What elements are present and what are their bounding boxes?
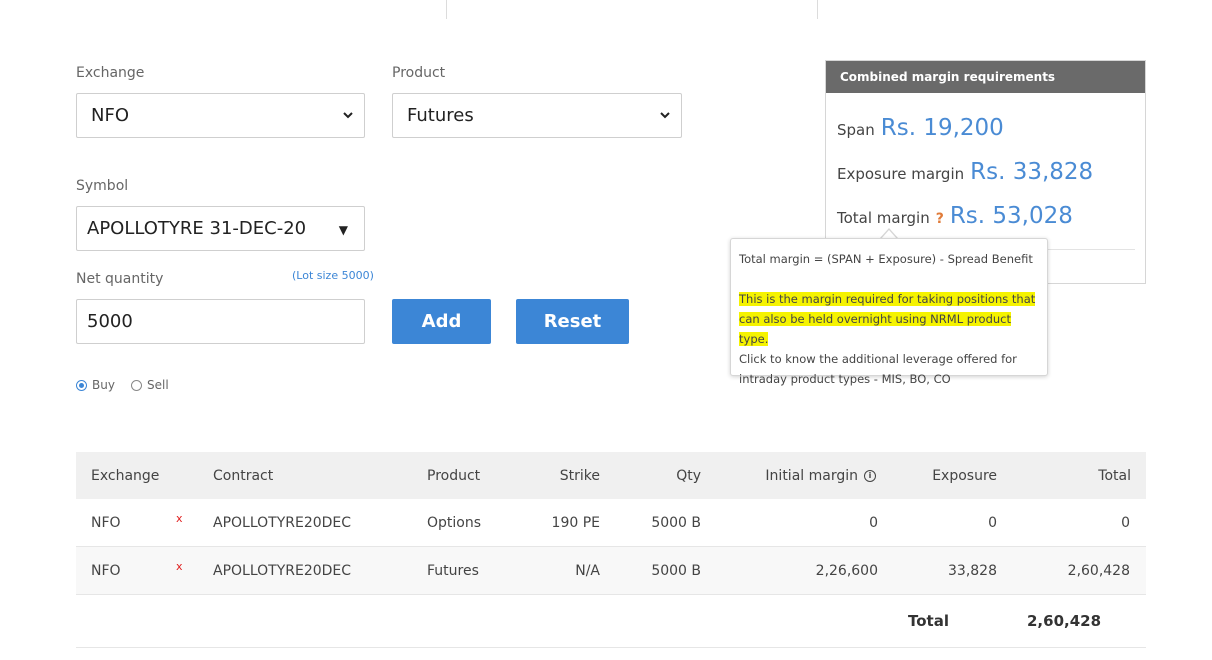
table-row: NFO x APOLLOTYRE20DEC Options 190 PE 500… (76, 499, 1146, 547)
th-product: Product (427, 467, 481, 484)
row-qty: 5000 B (651, 562, 701, 579)
remove-icon[interactable]: x (176, 495, 183, 542)
reset-button[interactable]: Reset (516, 299, 629, 344)
remove-icon[interactable]: x (176, 543, 183, 590)
row-contract: APOLLOTYRE20DEC (213, 562, 352, 579)
row-product: Options (427, 514, 482, 531)
symbol-select-value: APOLLOTYRE 31-DEC-20 (87, 218, 307, 239)
total-label: Total (908, 611, 949, 630)
chevron-down-icon (660, 112, 670, 119)
net-quantity-value: 5000 (87, 311, 133, 332)
exposure-label: Exposure margin (837, 165, 965, 183)
row-contract: APOLLOTYRE20DEC (213, 514, 352, 531)
span-row: Span Rs. 19,200 (837, 115, 1004, 141)
buy-radio[interactable]: Buy (76, 378, 115, 392)
tooltip-highlight-line: can also be held overnight using NRML pr… (739, 309, 1039, 349)
row-exposure: 0 (988, 514, 997, 531)
exchange-select[interactable]: NFO (76, 93, 365, 138)
row-initial-margin: 0 (869, 514, 878, 531)
sell-radio[interactable]: Sell (131, 378, 169, 392)
product-select[interactable]: Futures (392, 93, 682, 138)
combined-margin-title: Combined margin requirements (826, 61, 1145, 93)
tooltip-spacer (739, 269, 1039, 289)
dropdown-triangle-icon: ▼ (338, 223, 348, 237)
exposure-value: Rs. 33,828 (970, 159, 1094, 185)
tooltip-highlight-line: This is the margin required for taking p… (739, 289, 1039, 309)
exposure-row: Exposure margin Rs. 33,828 (837, 159, 1093, 185)
th-contract: Contract (213, 467, 274, 484)
exchange-select-value: NFO (91, 105, 129, 126)
add-button[interactable]: Add (392, 299, 491, 344)
th-exchange: Exchange (91, 467, 160, 484)
total-margin-row: Total margin ? Rs. 53,028 (837, 203, 1073, 229)
th-qty: Qty (676, 467, 701, 484)
tooltip-line-3: Click to know the additional leverage of… (739, 352, 1017, 366)
buy-radio-label: Buy (92, 378, 115, 392)
header-divider-right (817, 0, 818, 19)
span-label: Span (837, 121, 875, 139)
net-quantity-label: Net quantity (76, 271, 164, 287)
row-strike: N/A (575, 562, 600, 579)
th-strike: Strike (559, 467, 600, 484)
th-exposure: Exposure (932, 467, 997, 484)
table-total-row: Total 2,60,428 (76, 594, 1146, 648)
tooltip-formula: Total margin = (SPAN + Exposure) - Sprea… (739, 252, 1033, 266)
row-exchange: NFO (91, 562, 121, 579)
exchange-label: Exchange (76, 65, 145, 81)
symbol-label: Symbol (76, 178, 129, 194)
buy-radio-circle (76, 379, 87, 391)
margin-table: Exchange Contract Product Strike Qty Ini… (76, 452, 1146, 648)
total-margin-value: Rs. 53,028 (949, 203, 1073, 229)
table-row: NFO x APOLLOTYRE20DEC Futures N/A 5000 B… (76, 547, 1146, 595)
info-icon[interactable]: i (864, 469, 876, 482)
tooltip-line-4: intraday product types - MIS, BO, CO (739, 372, 951, 386)
symbol-select[interactable]: APOLLOTYRE 31-DEC-20 ▼ (76, 206, 365, 251)
row-total: 0 (1121, 514, 1130, 531)
total-value: 2,60,428 (1027, 611, 1102, 630)
row-exposure: 33,828 (948, 562, 997, 579)
tooltip-highlight-1: This is the margin required for taking p… (739, 292, 1036, 306)
sell-radio-label: Sell (147, 378, 169, 392)
row-strike: 190 PE (551, 514, 600, 531)
row-qty: 5000 B (651, 514, 701, 531)
chevron-down-icon (343, 112, 353, 119)
th-total: Total (1098, 467, 1131, 484)
row-exchange: NFO (91, 514, 121, 531)
span-value: Rs. 19,200 (880, 115, 1004, 141)
th-initial-margin-label: Initial margin (765, 467, 858, 484)
table-header: Exchange Contract Product Strike Qty Ini… (76, 452, 1146, 499)
product-select-value: Futures (407, 105, 474, 126)
row-total: 2,60,428 (1067, 562, 1130, 579)
lot-size-note: (Lot size 5000) (292, 269, 374, 282)
row-product: Futures (427, 562, 479, 579)
total-margin-tooltip[interactable]: Total margin = (SPAN + Exposure) - Sprea… (730, 238, 1048, 386)
net-quantity-input[interactable]: 5000 (76, 299, 365, 344)
th-initial-margin: Initial margin i (765, 452, 876, 499)
tooltip-highlight-2: can also be held overnight using NRML pr… (739, 312, 1011, 346)
product-label: Product (392, 65, 446, 81)
total-margin-label: Total margin (837, 209, 930, 227)
sell-radio-circle (131, 379, 142, 391)
help-icon[interactable]: ? (936, 211, 944, 227)
row-initial-margin: 2,26,600 (815, 562, 878, 579)
header-divider-left (446, 0, 447, 19)
